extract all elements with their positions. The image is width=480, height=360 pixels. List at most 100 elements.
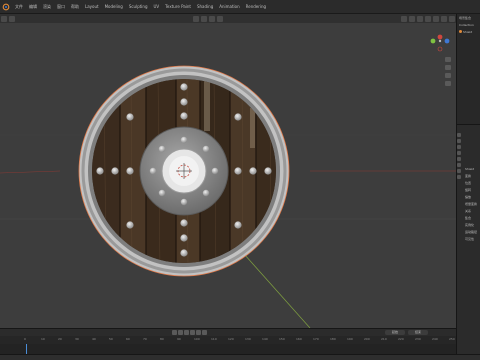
timeline-area[interactable] [0, 344, 456, 354]
props-row-rotation[interactable]: 旋转 [463, 186, 480, 193]
properties-panel: Shield 变换 位置 旋转 缩放 增量变换 关系 集合 实例化 运动路径 可… [456, 124, 480, 360]
status-bar [0, 354, 480, 360]
timeline-header: 起始 结束 [0, 328, 456, 336]
end-frame-field[interactable]: 结束 [408, 330, 428, 335]
ruler-tick: 30 [75, 337, 79, 341]
y-axis-line [235, 244, 311, 328]
ruler-tick: 40 [92, 337, 96, 341]
xray-toggle-icon[interactable] [425, 15, 431, 22]
ruler-tick: 230 [415, 337, 421, 341]
ruler-tick: 20 [58, 337, 62, 341]
ruler-tick: 0 [24, 337, 26, 341]
ruler-tick: 120 [228, 337, 234, 341]
workspace-tab-sculpting[interactable]: Sculpting [126, 0, 151, 14]
props-row-visibility[interactable]: 可见性 [463, 235, 480, 242]
props-row-relations[interactable]: 关系 [463, 207, 480, 214]
editor-type-icon[interactable] [1, 15, 7, 22]
tab-object-icon[interactable] [457, 163, 461, 167]
props-row-object-name[interactable]: Shield [463, 165, 480, 172]
ruler-tick: 200 [364, 337, 370, 341]
playhead[interactable] [26, 344, 27, 354]
props-row-collections[interactable]: 集合 [463, 214, 480, 221]
tab-modifier-icon[interactable] [457, 169, 461, 173]
workspace-tab-rendering[interactable]: Rendering [243, 0, 269, 14]
ruler-tick: 10 [41, 337, 45, 341]
ruler-tick: 160 [296, 337, 302, 341]
ruler-tick: 180 [330, 337, 336, 341]
shading-rendered-icon[interactable] [449, 15, 455, 22]
workspace-tab-animation[interactable]: Animation [216, 0, 242, 14]
tab-world-icon[interactable] [457, 157, 461, 161]
overlay-toggle-icon[interactable] [417, 15, 423, 22]
ruler-tick: 210 [381, 337, 387, 341]
workspace-tab-shading[interactable]: Shading [194, 0, 216, 14]
jump-start-icon[interactable] [172, 330, 177, 335]
workspace-tab-texture-paint[interactable]: Texture Paint [162, 0, 194, 14]
prev-keyframe-icon[interactable] [178, 330, 183, 335]
workspace-tab-uv[interactable]: UV [151, 0, 163, 14]
ruler-tick: 130 [245, 337, 251, 341]
ruler-tick: 250 [449, 337, 455, 341]
shading-solid-icon[interactable] [433, 15, 439, 22]
proportional-edit-icon[interactable] [217, 15, 223, 22]
props-row-delta-transform[interactable]: 增量变换 [463, 200, 480, 207]
ruler-tick: 90 [177, 337, 181, 341]
outliner-row-collection[interactable]: Collection [457, 21, 480, 28]
workspace-tab-layout[interactable]: Layout [82, 0, 102, 14]
tab-output-icon[interactable] [457, 145, 461, 149]
ruler-tick: 190 [347, 337, 353, 341]
view-gizmo-buttons [445, 57, 451, 86]
transform-orientation-icon[interactable] [193, 15, 199, 22]
ruler-tick: 140 [262, 337, 268, 341]
properties-tabs [457, 131, 462, 181]
next-keyframe-icon[interactable] [196, 330, 201, 335]
ruler-tick: 170 [313, 337, 319, 341]
pivot-icon[interactable] [201, 15, 207, 22]
workspace-tab-modeling[interactable]: Modeling [102, 0, 126, 14]
menu-window[interactable]: 窗口 [54, 0, 68, 14]
props-row-instancing[interactable]: 实例化 [463, 221, 480, 228]
menu-edit[interactable]: 编辑 [26, 0, 40, 14]
shading-material-icon[interactable] [441, 15, 447, 22]
outliner-panel: 场景集合 Collection Shield [456, 14, 480, 124]
tab-tool-icon[interactable] [457, 133, 461, 137]
ruler-tick: 240 [432, 337, 438, 341]
props-row-location[interactable]: 位置 [463, 179, 480, 186]
tab-scene-icon[interactable] [457, 151, 461, 155]
viewport-header [0, 14, 456, 23]
blender-logo-icon[interactable] [2, 3, 10, 11]
snap-icon[interactable] [209, 15, 215, 22]
viewport-scene [0, 34, 456, 328]
ruler-tick: 50 [109, 337, 113, 341]
gizmo-toggle-icon[interactable] [409, 15, 415, 22]
playback-controls [172, 330, 207, 335]
3d-viewport[interactable] [0, 23, 456, 328]
start-frame-field[interactable]: 起始 [385, 330, 405, 335]
ruler-tick: 80 [160, 337, 164, 341]
tab-render-icon[interactable] [457, 139, 461, 143]
ruler-tick: 100 [194, 337, 200, 341]
ruler-tick: 220 [398, 337, 404, 341]
menu-help[interactable]: 帮助 [68, 0, 82, 14]
props-row-transform[interactable]: 变换 [463, 172, 480, 179]
play-icon[interactable] [190, 330, 195, 335]
timeline-ruler[interactable]: 0 10 20 30 40 50 60 70 80 90 100 110 120 130 140 150 160… [0, 336, 456, 344]
menu-render[interactable]: 渲染 [40, 0, 54, 14]
jump-end-icon[interactable] [202, 330, 207, 335]
menu-file[interactable]: 文件 [12, 0, 26, 14]
outliner-row-scene-collection[interactable]: 场景集合 [457, 14, 480, 21]
ruler-tick: 60 [126, 337, 130, 341]
ruler-tick: 110 [211, 337, 217, 341]
outliner-row-shield[interactable]: Shield [457, 28, 480, 35]
navigation-gizmo [430, 34, 450, 52]
props-row-motion-paths[interactable]: 运动路径 [463, 228, 480, 235]
top-menubar: 文件 编辑 渲染 窗口 帮助 Layout Modeling Sculpting… [0, 0, 480, 14]
props-row-scale[interactable]: 缩放 [463, 193, 480, 200]
mode-select-icon[interactable] [9, 15, 15, 22]
visibility-icon[interactable] [401, 15, 407, 22]
ruler-tick: 150 [279, 337, 285, 341]
play-reverse-icon[interactable] [184, 330, 189, 335]
object-icon [459, 30, 462, 33]
tab-material-icon[interactable] [457, 175, 461, 179]
ruler-tick: 70 [143, 337, 147, 341]
